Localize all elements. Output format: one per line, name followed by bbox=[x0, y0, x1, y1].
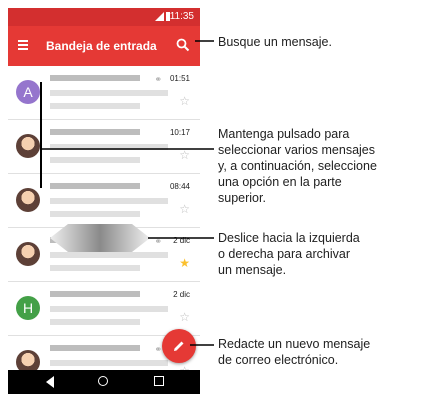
sender-placeholder bbox=[50, 345, 140, 351]
pencil-icon bbox=[174, 341, 184, 351]
sender-placeholder bbox=[50, 75, 140, 81]
snippet-placeholder bbox=[50, 319, 140, 325]
subject-placeholder bbox=[50, 306, 168, 312]
message-date: 10:17 bbox=[169, 128, 190, 137]
sender-placeholder bbox=[50, 183, 140, 189]
page-title: Bandeja de entrada bbox=[46, 39, 157, 53]
snippet-placeholder bbox=[50, 103, 140, 109]
recents-icon[interactable] bbox=[154, 376, 164, 386]
subject-placeholder bbox=[50, 90, 168, 96]
star-icon[interactable]: ☆ bbox=[179, 148, 190, 162]
subject-placeholder bbox=[50, 360, 168, 366]
signal-icon bbox=[155, 12, 164, 21]
attachment-icon: ⚭ bbox=[154, 74, 162, 84]
message-row[interactable]: 08:44 ☆ bbox=[8, 174, 200, 228]
avatar: A bbox=[16, 80, 40, 104]
message-row[interactable]: A ⚭ 01:51 ☆ bbox=[8, 66, 200, 120]
message-date: 2 dic bbox=[173, 290, 190, 299]
back-icon[interactable] bbox=[46, 376, 54, 388]
snippet-placeholder bbox=[50, 157, 140, 163]
hamburger-menu-icon[interactable] bbox=[18, 40, 28, 50]
app-bar: Bandeja de entrada bbox=[8, 26, 200, 66]
swipe-arrow-icon bbox=[50, 224, 150, 252]
sender-placeholder bbox=[50, 129, 140, 135]
message-date: 01:51 bbox=[169, 74, 190, 83]
home-icon[interactable] bbox=[98, 376, 108, 386]
star-icon[interactable]: ☆ bbox=[179, 94, 190, 108]
message-row[interactable]: H 2 dic ☆ bbox=[8, 282, 200, 336]
message-date: 08:44 bbox=[169, 182, 190, 191]
attachment-icon: ⚭ bbox=[154, 236, 162, 246]
message-row[interactable]: 10:17 ☆ bbox=[8, 120, 200, 174]
callout-compose: Redacte un nuevo mensaje de correo elect… bbox=[218, 337, 371, 367]
callout-swipe: Deslice hacia la izquierda o derecha par… bbox=[218, 231, 360, 277]
attachment-icon: ⚭ bbox=[154, 344, 162, 354]
callout-select: Mantenga pulsado para seleccionar varios… bbox=[218, 127, 377, 205]
compose-button[interactable] bbox=[162, 329, 196, 363]
avatar bbox=[16, 134, 40, 158]
star-icon[interactable]: ☆ bbox=[179, 202, 190, 216]
snippet-placeholder bbox=[50, 265, 140, 271]
avatar bbox=[16, 188, 40, 212]
subject-placeholder bbox=[50, 144, 168, 150]
system-nav-bar bbox=[8, 370, 200, 394]
subject-placeholder bbox=[50, 198, 168, 204]
callout-search: Busque un mensaje. bbox=[218, 35, 332, 49]
status-bar: 11:35 bbox=[8, 8, 200, 26]
star-icon[interactable]: ☆ bbox=[179, 310, 190, 324]
star-icon[interactable]: ★ bbox=[179, 256, 190, 270]
avatar: H bbox=[16, 296, 40, 320]
sender-placeholder bbox=[50, 291, 140, 297]
avatar bbox=[16, 242, 40, 266]
search-icon[interactable] bbox=[176, 38, 190, 52]
subject-placeholder bbox=[50, 252, 168, 258]
status-time: 11:35 bbox=[169, 11, 194, 22]
message-date: 2 dic bbox=[173, 236, 190, 245]
snippet-placeholder bbox=[50, 211, 140, 217]
